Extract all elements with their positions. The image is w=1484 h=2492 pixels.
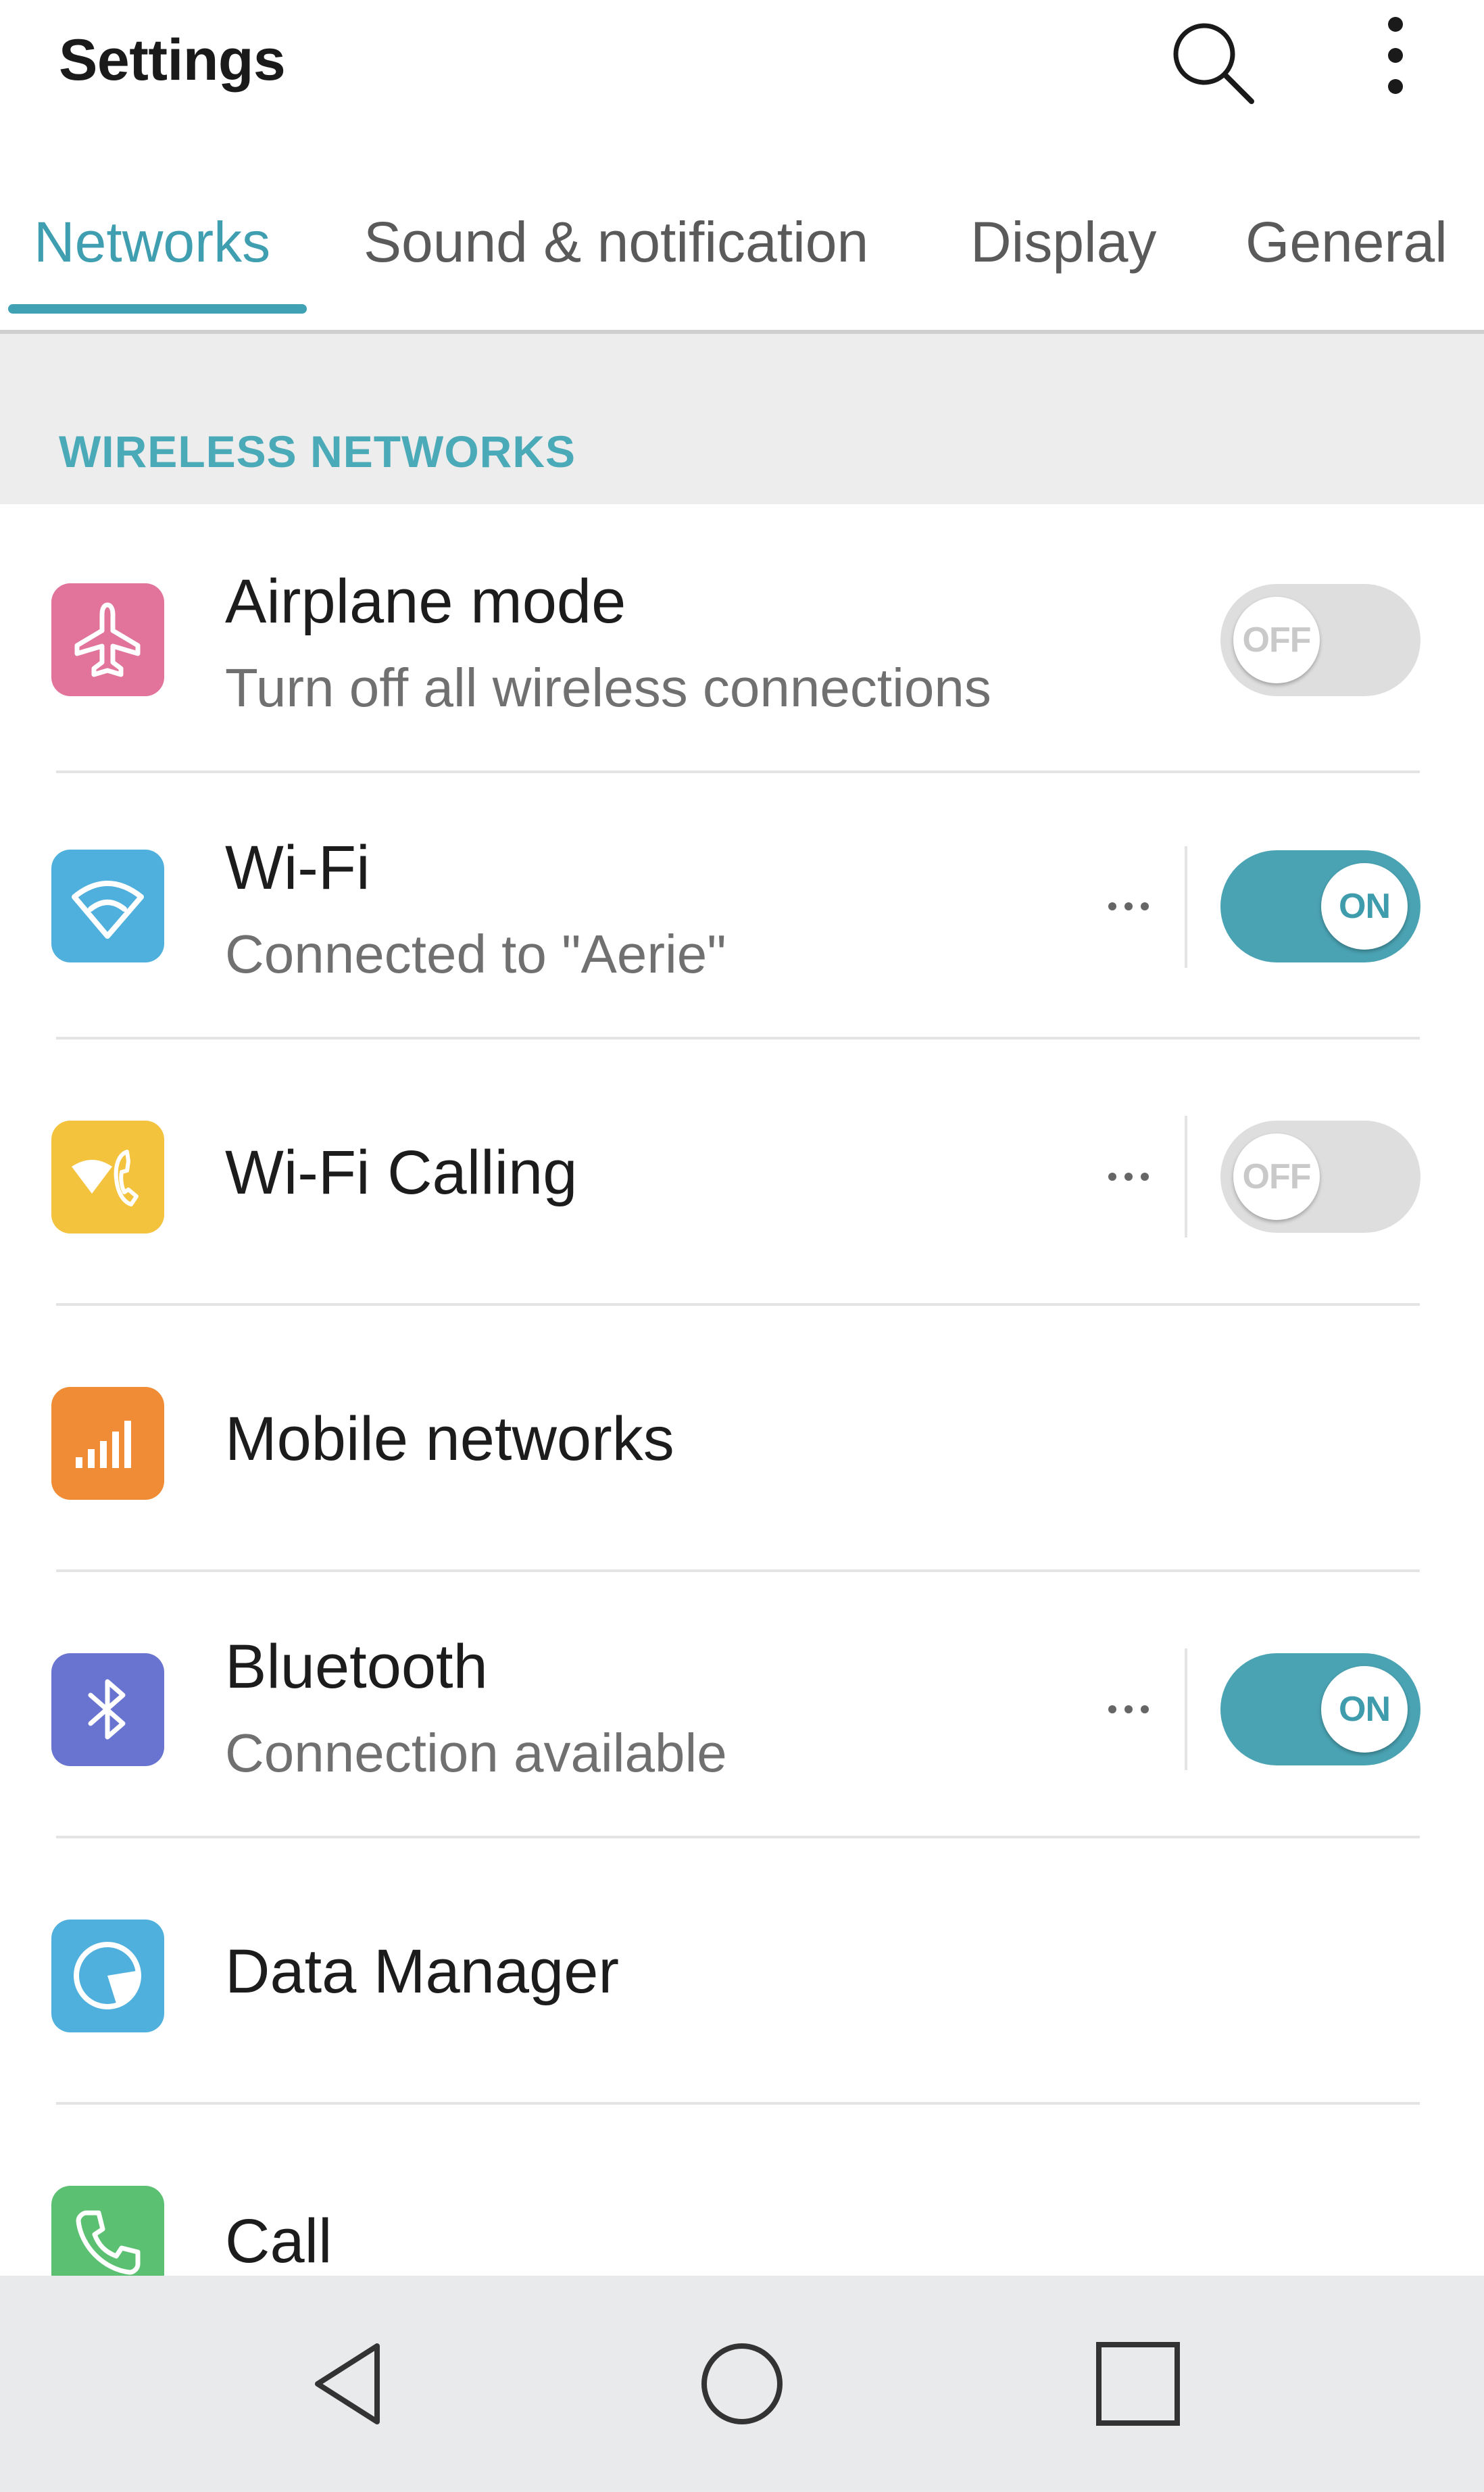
tab-bar: Networks Sound & notification Display Ge… — [0, 169, 1484, 331]
more-horiz-icon — [1108, 902, 1149, 910]
wifi-subtitle: Connected to "Aerie" — [225, 924, 726, 984]
back-triangle-icon — [315, 2343, 380, 2424]
home-circle-icon — [701, 2343, 783, 2424]
call-title: Call — [225, 2207, 332, 2276]
wifi-title: Wi-Fi — [225, 833, 370, 902]
tab-networks[interactable]: Networks — [34, 210, 270, 275]
more-vert-icon — [1388, 17, 1403, 94]
section-title: WIRELESS NETWORKS — [59, 426, 576, 477]
bluetooth-more-button[interactable] — [1088, 1669, 1169, 1750]
vertical-separator — [1185, 1116, 1187, 1238]
toggle-state-label: OFF — [1242, 620, 1312, 660]
toggle-knob: OFF — [1233, 597, 1320, 683]
airplane-mode-title: Airplane mode — [225, 567, 626, 636]
toggle-knob: ON — [1321, 1666, 1408, 1753]
mobile-networks-title: Mobile networks — [225, 1404, 674, 1473]
mobile-networks-row[interactable]: Mobile networks — [0, 1306, 1484, 1572]
more-options-button[interactable] — [1365, 12, 1426, 114]
bluetooth-toggle[interactable]: ON — [1220, 1653, 1420, 1765]
wifi-icon — [51, 850, 164, 962]
bluetooth-title: Bluetooth — [225, 1632, 488, 1701]
system-navigation-bar — [0, 2276, 1484, 2492]
search-icon — [1173, 23, 1254, 104]
airplane-icon — [51, 583, 164, 696]
active-tab-indicator — [8, 304, 307, 314]
bluetooth-subtitle: Connection available — [225, 1723, 727, 1783]
toggle-state-label: OFF — [1242, 1157, 1312, 1196]
more-horiz-icon — [1108, 1173, 1149, 1181]
back-button[interactable] — [296, 2330, 404, 2438]
tab-sound-notification[interactable]: Sound & notification — [364, 210, 868, 275]
data-manager-row[interactable]: Data Manager — [0, 1838, 1484, 2105]
wifi-calling-more-button[interactable] — [1088, 1136, 1169, 1217]
wifi-toggle[interactable]: ON — [1220, 850, 1420, 962]
airplane-mode-row[interactable]: Airplane mode Turn off all wireless conn… — [0, 507, 1484, 773]
home-button[interactable] — [688, 2330, 796, 2438]
section-header: WIRELESS NETWORKS — [0, 334, 1484, 504]
wifi-calling-toggle[interactable]: OFF — [1220, 1121, 1420, 1233]
signal-bars-icon — [51, 1387, 164, 1500]
tab-general[interactable]: General — [1245, 210, 1448, 275]
search-button[interactable] — [1162, 12, 1264, 114]
app-bar: Settings — [0, 0, 1484, 135]
more-horiz-icon — [1108, 1705, 1149, 1713]
wifi-more-button[interactable] — [1088, 866, 1169, 947]
airplane-mode-toggle[interactable]: OFF — [1220, 584, 1420, 696]
wifi-calling-row[interactable]: Wi-Fi Calling OFF — [0, 1040, 1484, 1306]
toggle-knob: ON — [1321, 863, 1408, 950]
recents-button[interactable] — [1084, 2330, 1192, 2438]
toggle-state-label: ON — [1339, 887, 1391, 926]
wifi-calling-title: Wi-Fi Calling — [225, 1138, 578, 1207]
vertical-separator — [1185, 846, 1187, 968]
recents-square-icon — [1096, 2342, 1180, 2426]
bluetooth-icon — [51, 1653, 164, 1766]
data-manager-title: Data Manager — [225, 1937, 619, 2006]
page-title: Settings — [59, 28, 286, 93]
wifi-row[interactable]: Wi-Fi Connected to "Aerie" ON — [0, 773, 1484, 1040]
toggle-knob: OFF — [1233, 1133, 1320, 1220]
wifi-calling-icon — [51, 1121, 164, 1233]
data-manager-icon — [51, 1920, 164, 2032]
vertical-separator — [1185, 1648, 1187, 1770]
toggle-state-label: ON — [1339, 1690, 1391, 1729]
bluetooth-row[interactable]: Bluetooth Connection available ON — [0, 1572, 1484, 1838]
tab-display[interactable]: Display — [970, 210, 1156, 275]
airplane-mode-subtitle: Turn off all wireless connections — [225, 658, 991, 718]
